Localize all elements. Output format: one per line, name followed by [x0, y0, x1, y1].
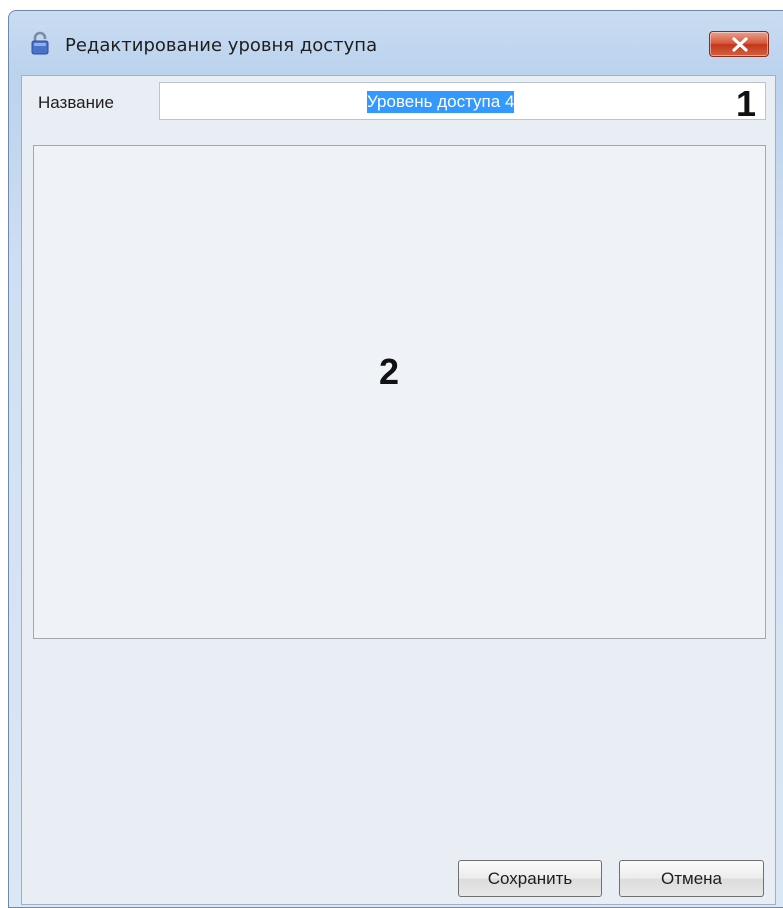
dialog-window: Редактирование уровня доступа Название У… [8, 10, 783, 908]
name-input[interactable]: Уровень доступа 4 1 [159, 82, 766, 124]
access-level-panel[interactable]: 2 [33, 145, 766, 639]
cancel-button[interactable]: Отмена [619, 860, 764, 897]
lock-icon [31, 31, 49, 55]
title-bar[interactable]: Редактирование уровня доступа [9, 11, 783, 73]
window-title: Редактирование уровня доступа [65, 35, 378, 56]
close-icon [732, 37, 748, 52]
save-button[interactable]: Сохранить [458, 860, 602, 897]
callout-2: 2 [379, 351, 400, 392]
callout-1: 1 [736, 83, 757, 124]
dialog-content: Название Уровень доступа 4 1 2 Сохранить… [21, 75, 776, 905]
name-label: Название [38, 93, 114, 112]
name-input-value: Уровень доступа 4 [367, 91, 515, 113]
close-button[interactable] [709, 31, 769, 57]
